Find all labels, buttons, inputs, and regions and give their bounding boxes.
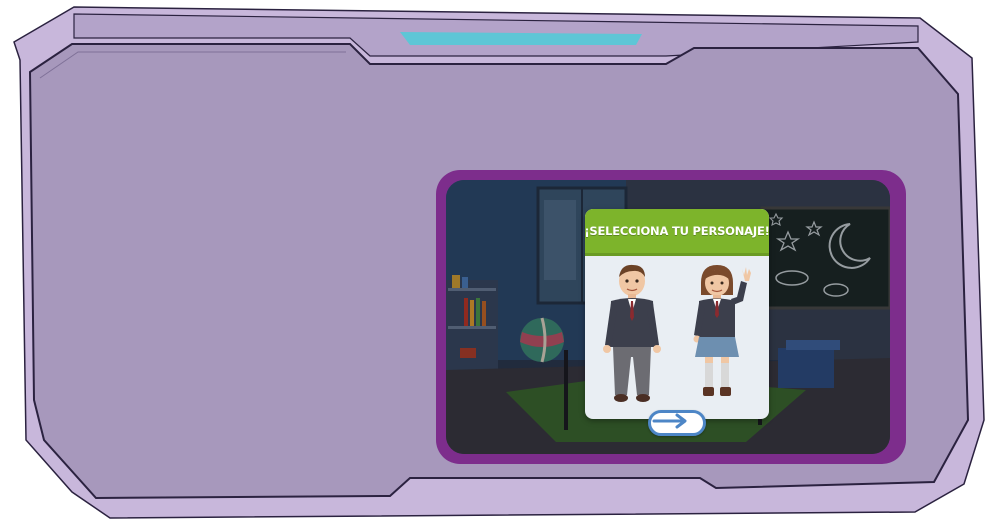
- arrow-right-icon: [652, 413, 687, 429]
- girl-character-icon: [693, 265, 751, 396]
- game-viewport: ¡SELECCIONA TU PERSONAJE!: [436, 170, 906, 464]
- girl-character-option[interactable]: [685, 261, 755, 406]
- dialog-header: ¡SELECCIONA TU PERSONAJE!: [585, 209, 769, 256]
- next-button[interactable]: [648, 410, 706, 436]
- character-select-dialog: ¡SELECCIONA TU PERSONAJE!: [585, 209, 769, 419]
- tab-accent-strip: [400, 32, 642, 45]
- classroom-scene: ¡SELECCIONA TU PERSONAJE!: [446, 180, 890, 454]
- boy-character-option[interactable]: [597, 261, 667, 406]
- boy-character-icon: [603, 264, 661, 402]
- dialog-title: ¡SELECCIONA TU PERSONAJE!: [585, 224, 769, 238]
